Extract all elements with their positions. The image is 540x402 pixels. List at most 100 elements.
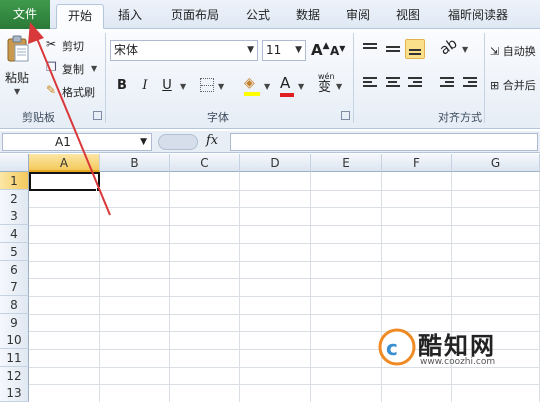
- align-right-icon-line: [408, 85, 422, 87]
- fill-color-dropdown-icon[interactable]: ▼: [264, 82, 270, 91]
- row-header-8[interactable]: 8: [0, 296, 29, 314]
- insert-function-icon[interactable]: fx: [206, 133, 218, 148]
- wrap-text-button[interactable]: ⇲ 自动换: [490, 43, 536, 59]
- formula-input[interactable]: [230, 133, 538, 151]
- grow-caret-icon: ▲: [322, 41, 330, 51]
- clipboard-launcher-icon[interactable]: [93, 111, 102, 120]
- font-color-swatch: [280, 93, 294, 97]
- grow-font-icon: A: [311, 41, 323, 59]
- tab-file[interactable]: 文件: [0, 0, 50, 29]
- column-header-g[interactable]: G: [452, 154, 540, 172]
- column-header-f[interactable]: F: [382, 154, 452, 172]
- increase-indent-button[interactable]: [460, 73, 480, 93]
- align-right-button[interactable]: [405, 73, 425, 93]
- tab-insert[interactable]: 插入: [108, 4, 152, 29]
- align-left-button[interactable]: [360, 73, 380, 93]
- align-bottom-button[interactable]: [405, 39, 425, 59]
- row-header-9[interactable]: 9: [0, 314, 29, 332]
- column-header-b[interactable]: B: [100, 154, 170, 172]
- orientation-icon[interactable]: ab: [437, 35, 460, 58]
- active-cell-a1[interactable]: [29, 172, 100, 191]
- svg-text:c: c: [386, 336, 398, 360]
- fill-color-button[interactable]: ◈: [244, 75, 260, 96]
- decrease-indent-button[interactable]: [437, 73, 457, 93]
- align-middle-button[interactable]: [383, 39, 403, 59]
- align-middle-icon-line: [386, 50, 400, 52]
- shrink-font-button[interactable]: A▼: [330, 44, 345, 58]
- alignment-group-label: 对齐方式: [438, 111, 482, 124]
- cut-button[interactable]: 剪切: [62, 38, 84, 54]
- paste-label: 粘贴: [5, 71, 30, 85]
- row-header-12[interactable]: 12: [0, 367, 29, 385]
- merge-center-button[interactable]: ⊞ 合并后: [490, 77, 536, 93]
- format-painter-button[interactable]: 格式刷: [62, 84, 95, 100]
- font-color-dropdown-icon[interactable]: ▼: [298, 82, 304, 91]
- copy-icon: ❐: [46, 60, 57, 74]
- tab-foxit-reader[interactable]: 福昕阅读器: [440, 4, 516, 29]
- copy-dropdown-icon[interactable]: ▼: [91, 64, 97, 73]
- chevron-down-icon[interactable]: ▼: [140, 134, 147, 150]
- row-header-7[interactable]: 7: [0, 278, 29, 296]
- gridline-horizontal: [29, 207, 540, 208]
- tab-formulas[interactable]: 公式: [238, 4, 278, 29]
- gridline-horizontal: [29, 296, 540, 297]
- name-box[interactable]: A1 ▼: [2, 133, 152, 151]
- phonetic-dropdown-icon[interactable]: ▼: [336, 82, 342, 91]
- paste-dropdown-icon: ▼: [14, 87, 21, 96]
- column-header-a[interactable]: A: [29, 154, 100, 172]
- row-header-3[interactable]: 3: [0, 207, 29, 225]
- font-color-button[interactable]: A: [280, 74, 294, 97]
- row-header-11[interactable]: 11: [0, 349, 29, 367]
- copy-button[interactable]: 复制: [62, 61, 84, 77]
- grow-font-button[interactable]: A▲: [311, 41, 330, 59]
- underline-dropdown-icon[interactable]: ▼: [180, 82, 186, 91]
- group-divider: [105, 33, 106, 123]
- column-header-d[interactable]: D: [240, 154, 311, 172]
- row-header-1[interactable]: 1: [0, 172, 29, 190]
- chevron-down-icon: ▼: [247, 45, 254, 55]
- borders-dropdown-icon[interactable]: ▼: [218, 82, 224, 91]
- phonetic-button[interactable]: wén 变: [318, 73, 335, 95]
- align-top-icon: [363, 43, 377, 45]
- underline-button[interactable]: U: [160, 77, 174, 95]
- font-name-select[interactable]: 宋体 ▼: [110, 40, 258, 61]
- borders-button[interactable]: [200, 78, 214, 92]
- row-header-2[interactable]: 2: [0, 190, 29, 208]
- name-box-value: A1: [55, 135, 71, 149]
- font-size-select[interactable]: 11 ▼: [262, 40, 306, 61]
- align-top-icon-line: [363, 47, 377, 49]
- tab-data[interactable]: 数据: [286, 4, 330, 29]
- ribbon-home: 粘贴 ▼ ✂ 剪切 ❐ 复制 ▼ ✎ 格式刷 剪贴板 宋体 ▼ 11 ▼ A▲ …: [0, 29, 540, 129]
- align-center-button[interactable]: [383, 73, 403, 93]
- watermark-title: 酷知网: [418, 332, 496, 360]
- fill-handle[interactable]: [96, 187, 101, 192]
- formula-bar: A1 ▼ fx: [0, 131, 540, 153]
- align-top-button[interactable]: [360, 39, 380, 59]
- fill-color-swatch: [244, 92, 260, 96]
- row-header-6[interactable]: 6: [0, 261, 29, 279]
- formula-bar-resize-handle[interactable]: [158, 134, 198, 150]
- font-group-label: 字体: [207, 111, 229, 124]
- column-header-e[interactable]: E: [311, 154, 382, 172]
- bold-button[interactable]: B: [114, 77, 130, 95]
- tab-view[interactable]: 视图: [388, 4, 428, 29]
- italic-button[interactable]: I: [138, 77, 152, 95]
- tab-home[interactable]: 开始: [56, 4, 104, 29]
- align-left-icon-line: [363, 81, 372, 83]
- tab-review[interactable]: 审阅: [338, 4, 378, 29]
- chevron-down-icon: ▼: [295, 45, 302, 55]
- group-divider: [484, 33, 485, 123]
- select-all-corner[interactable]: [0, 154, 29, 172]
- group-divider: [353, 33, 354, 123]
- font-launcher-icon[interactable]: [341, 111, 350, 120]
- align-bottom-icon-line: [409, 53, 421, 55]
- row-header-5[interactable]: 5: [0, 243, 29, 261]
- tab-page-layout[interactable]: 页面布局: [160, 4, 230, 29]
- row-header-4[interactable]: 4: [0, 225, 29, 243]
- watermark-logo-icon: c: [378, 328, 416, 366]
- orientation-dropdown-icon[interactable]: ▼: [462, 45, 468, 54]
- row-header-13[interactable]: 13: [0, 384, 29, 402]
- row-header-10[interactable]: 10: [0, 331, 29, 349]
- column-header-c[interactable]: C: [170, 154, 240, 172]
- gridline-horizontal: [29, 261, 540, 262]
